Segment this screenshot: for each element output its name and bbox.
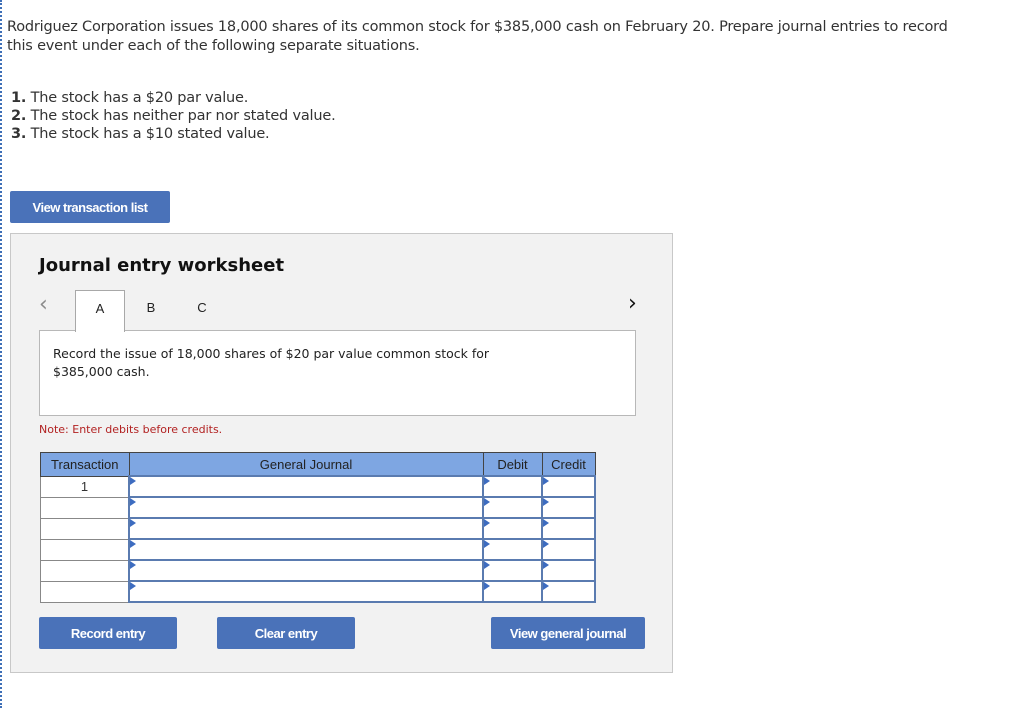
left-margin-rule	[0, 0, 2, 708]
chevron-left-icon[interactable]: ‹	[39, 294, 48, 316]
transaction-cell	[40, 538, 130, 561]
dropdown-caret-icon	[484, 498, 490, 506]
dropdown-caret-icon	[130, 477, 136, 485]
header-general-journal: General Journal	[128, 452, 484, 477]
dropdown-caret-icon	[484, 582, 490, 590]
dropdown-caret-icon	[130, 561, 136, 569]
dropdown-caret-icon	[484, 561, 490, 569]
dropdown-caret-icon	[543, 498, 549, 506]
table-header-row: Transaction General Journal Debit Credit	[40, 452, 596, 477]
worksheet-title: Journal entry worksheet	[39, 255, 285, 276]
requirement-item: 3. The stock has a $10 stated value.	[11, 126, 270, 142]
problem-statement: Rodriguez Corporation issues 18,000 shar…	[7, 19, 948, 54]
table-row	[40, 538, 596, 561]
requirements-list: 1. The stock has a $20 par value. 2. The…	[11, 89, 336, 143]
account-input[interactable]	[128, 538, 484, 561]
clear-entry-button[interactable]: Clear entry	[217, 617, 355, 649]
credit-input[interactable]	[541, 496, 596, 519]
table-row: 1	[40, 475, 596, 498]
requirement-item: 1. The stock has a $20 par value.	[11, 90, 249, 106]
account-input[interactable]	[128, 580, 484, 603]
credit-input[interactable]	[541, 559, 596, 582]
transaction-cell	[40, 559, 130, 582]
tab-c[interactable]: C	[177, 290, 227, 331]
record-entry-button[interactable]: Record entry	[39, 617, 177, 649]
account-input[interactable]	[128, 496, 484, 519]
view-general-journal-button[interactable]: View general journal	[491, 617, 645, 649]
dropdown-caret-icon	[130, 498, 136, 506]
journal-entry-worksheet: Journal entry worksheet ‹ › A B C Record…	[10, 233, 673, 673]
dropdown-caret-icon	[543, 540, 549, 548]
credit-input[interactable]	[541, 580, 596, 603]
header-transaction: Transaction	[40, 452, 130, 477]
dropdown-caret-icon	[543, 582, 549, 590]
requirement-item: 2. The stock has neither par nor stated …	[11, 108, 336, 124]
journal-table: Transaction General Journal Debit Credit…	[40, 452, 596, 603]
transaction-cell: 1	[40, 475, 130, 498]
debit-input[interactable]	[482, 559, 543, 582]
dropdown-caret-icon	[130, 582, 136, 590]
account-input[interactable]	[128, 517, 484, 540]
table-row	[40, 580, 596, 603]
tab-b[interactable]: B	[126, 290, 176, 331]
table-row	[40, 496, 596, 519]
account-input[interactable]	[128, 559, 484, 582]
table-row	[40, 517, 596, 540]
credit-input[interactable]	[541, 538, 596, 561]
transaction-cell	[40, 496, 130, 519]
dropdown-caret-icon	[130, 540, 136, 548]
debit-input[interactable]	[482, 580, 543, 603]
debit-input[interactable]	[482, 496, 543, 519]
account-input[interactable]	[128, 475, 484, 498]
tab-a[interactable]: A	[75, 290, 125, 332]
note-text: Note: Enter debits before credits.	[39, 423, 223, 436]
debit-input[interactable]	[482, 517, 543, 540]
dropdown-caret-icon	[484, 477, 490, 485]
dropdown-caret-icon	[130, 519, 136, 527]
dropdown-caret-icon	[543, 561, 549, 569]
dropdown-caret-icon	[484, 540, 490, 548]
chevron-right-icon[interactable]: ›	[628, 293, 637, 315]
transaction-cell	[40, 580, 130, 603]
debit-input[interactable]	[482, 475, 543, 498]
credit-input[interactable]	[541, 517, 596, 540]
dropdown-caret-icon	[543, 477, 549, 485]
table-row	[40, 559, 596, 582]
view-transaction-list-button[interactable]: View transaction list	[10, 191, 170, 223]
header-debit: Debit	[482, 452, 543, 477]
header-credit: Credit	[541, 452, 596, 477]
dropdown-caret-icon	[543, 519, 549, 527]
entry-instructions-text: Record the issue of 18,000 shares of $20…	[53, 346, 490, 379]
debit-input[interactable]	[482, 538, 543, 561]
transaction-cell	[40, 517, 130, 540]
dropdown-caret-icon	[484, 519, 490, 527]
entry-instructions: Record the issue of 18,000 shares of $20…	[39, 330, 636, 416]
credit-input[interactable]	[541, 475, 596, 498]
